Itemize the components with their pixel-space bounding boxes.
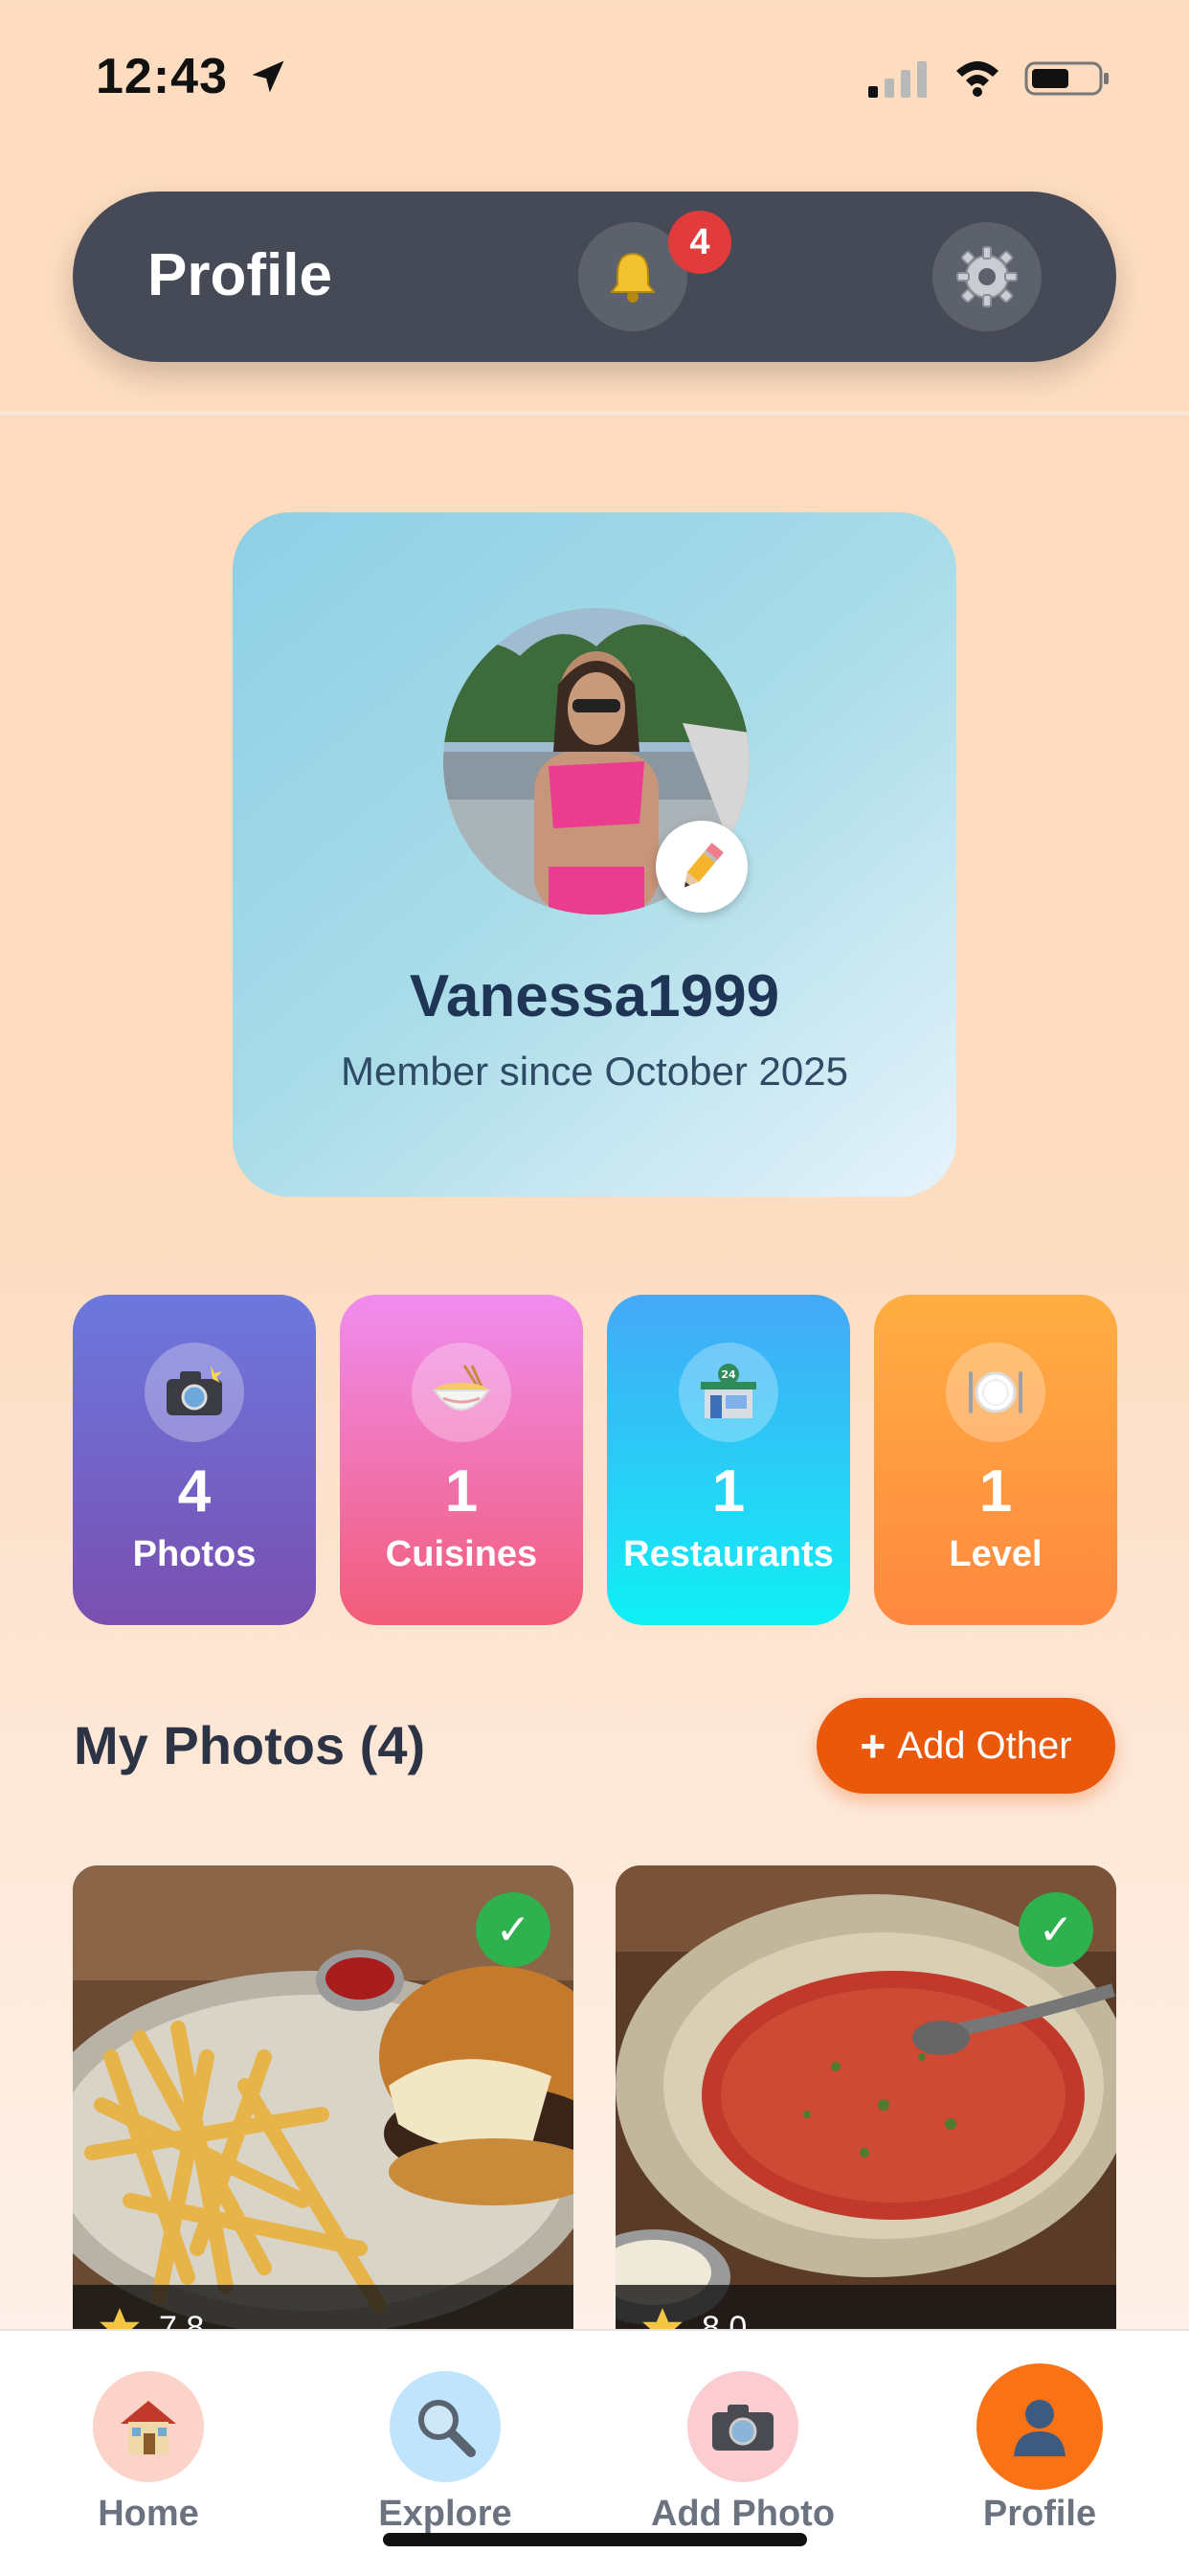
stat-value: 1	[444, 1458, 479, 1525]
stat-card-cuisines[interactable]: 1 Cuisines	[340, 1295, 583, 1625]
signal-icon	[868, 61, 927, 98]
member-since: Member since October 2025	[341, 1049, 848, 1094]
avatar-container	[443, 608, 750, 915]
add-other-label: Add Other	[897, 1724, 1072, 1767]
status-time: 12:43	[96, 49, 228, 104]
battery-icon	[1024, 61, 1109, 96]
nav-home[interactable]: Home	[34, 2371, 263, 2534]
page-title: Profile	[147, 242, 332, 308]
verified-check-icon: ✓	[476, 1892, 550, 1967]
stat-label: Cuisines	[385, 1534, 538, 1574]
store-24-icon: 24	[679, 1343, 778, 1442]
stat-label: Photos	[132, 1534, 257, 1574]
camera-flash-icon	[145, 1343, 244, 1442]
edit-avatar-button[interactable]	[656, 821, 748, 913]
settings-button[interactable]	[932, 222, 1042, 331]
bell-icon	[610, 252, 656, 303]
stat-label: Restaurants	[623, 1534, 834, 1574]
gear-icon	[956, 246, 1018, 307]
stat-card-restaurants[interactable]: 24 1 Restaurants	[607, 1295, 850, 1625]
nav-label: Profile	[982, 2494, 1097, 2534]
svg-text:24: 24	[721, 1368, 736, 1381]
magnifier-icon	[390, 2371, 501, 2482]
header-divider	[0, 412, 1189, 415]
nav-label: Explore	[378, 2494, 512, 2534]
nav-label: Home	[98, 2494, 199, 2534]
verified-check-icon: ✓	[1019, 1892, 1093, 1967]
stat-value: 4	[177, 1458, 212, 1525]
stat-card-level[interactable]: 1 Level	[874, 1295, 1117, 1625]
home-indicator	[383, 2533, 807, 2546]
plus-icon: +	[860, 1721, 886, 1771]
profile-card: Vanessa1999 Member since October 2025	[233, 512, 956, 1197]
camera-icon	[687, 2371, 798, 2482]
location-arrow-icon	[252, 60, 284, 93]
stat-value: 1	[978, 1458, 1013, 1525]
stat-value: 1	[711, 1458, 746, 1525]
my-photos-title: My Photos (4)	[74, 1715, 426, 1775]
house-icon	[93, 2371, 204, 2482]
nav-add-photo[interactable]: Add Photo	[628, 2371, 858, 2534]
user-silhouette-icon	[976, 2363, 1103, 2490]
profile-header: Profile 4	[73, 192, 1116, 362]
photo-card[interactable]: ✓ 7.8	[73, 1865, 573, 2344]
nav-profile[interactable]: Profile	[925, 2363, 1155, 2534]
add-other-button[interactable]: + Add Other	[817, 1698, 1115, 1794]
stat-card-photos[interactable]: 4 Photos	[73, 1295, 316, 1625]
noodle-bowl-icon	[412, 1343, 511, 1442]
nav-label: Add Photo	[650, 2494, 836, 2534]
wifi-icon	[956, 61, 998, 97]
pencil-icon	[684, 842, 724, 888]
plate-cutlery-icon	[946, 1343, 1045, 1442]
status-bar: 12:43	[0, 0, 1189, 153]
photo-card[interactable]: ✓ 8.0	[616, 1865, 1116, 2344]
nav-explore[interactable]: Explore	[330, 2371, 560, 2534]
notification-badge: 4	[668, 211, 731, 274]
username: Vanessa1999	[409, 963, 780, 1029]
stat-label: Level	[949, 1534, 1043, 1574]
